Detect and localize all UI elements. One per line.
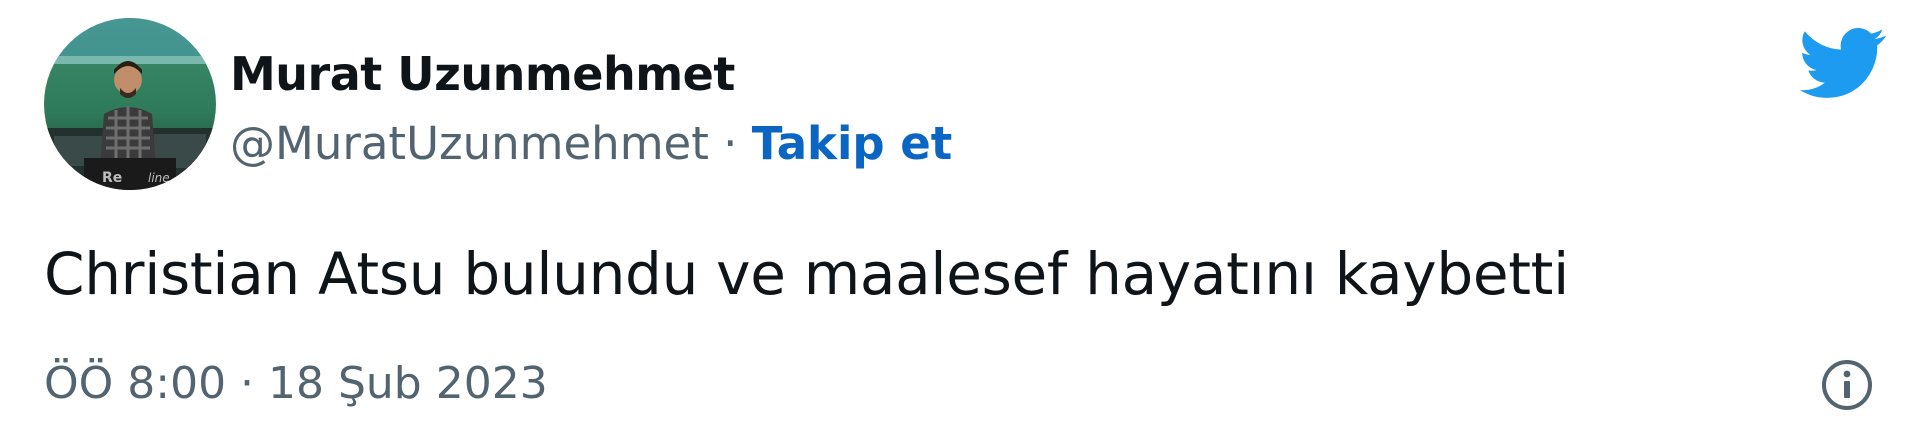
tweet-timestamp[interactable]: ÖÖ 8:00 · 18 Şub 2023	[44, 356, 548, 412]
author-name[interactable]: Murat Uzunmehmet	[230, 46, 735, 102]
author-avatar[interactable]: Re line	[44, 18, 216, 190]
svg-text:line: line	[148, 171, 170, 185]
author-handle[interactable]: @MuratUzunmehmet	[230, 117, 709, 170]
info-icon[interactable]	[1820, 358, 1874, 412]
follow-button[interactable]: Takip et	[752, 117, 953, 170]
svg-text:Re: Re	[102, 170, 122, 186]
tweet-text: Christian Atsu bulundu ve maalesef hayat…	[44, 240, 1569, 308]
avatar-image: Re line	[44, 18, 216, 190]
author-handle-line: @MuratUzunmehmet · Takip et	[230, 116, 952, 172]
handle-separator: ·	[708, 117, 752, 170]
twitter-bird-icon[interactable]	[1800, 28, 1886, 98]
tweet-card: Re line Murat Uzunmehmet @MuratUzunmehme…	[0, 0, 1920, 432]
